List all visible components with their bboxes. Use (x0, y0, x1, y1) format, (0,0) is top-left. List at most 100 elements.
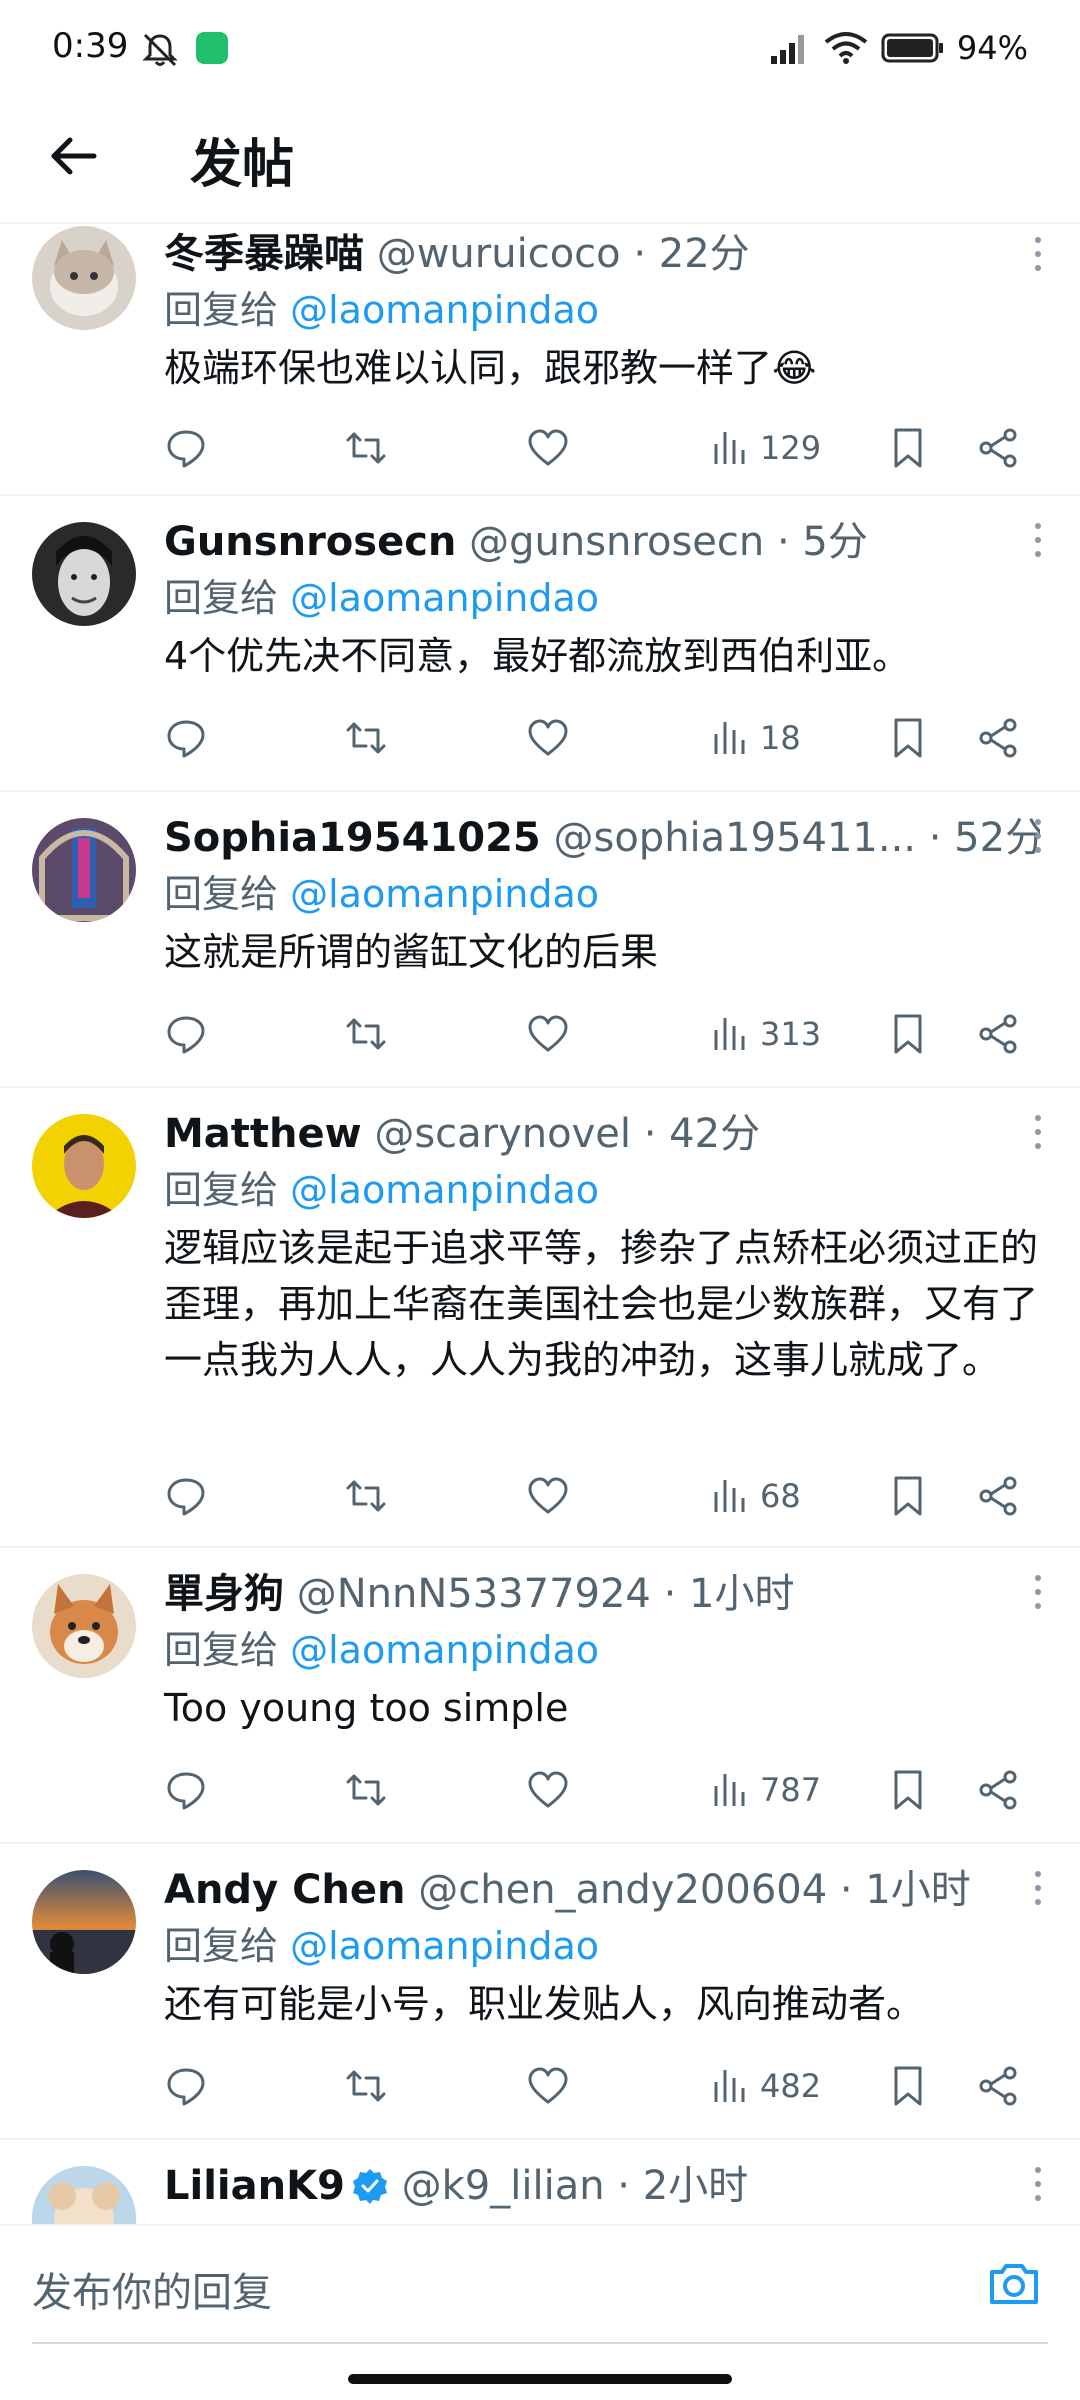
user-handle[interactable]: @scarynovel (374, 1111, 631, 1157)
tweet-time: · 1小时 (663, 1571, 795, 1617)
display-name[interactable]: Sophia19541025 (164, 815, 541, 861)
repost-button[interactable] (344, 712, 388, 764)
share-button[interactable] (976, 1764, 1020, 1816)
avatar[interactable] (32, 1114, 136, 1218)
mute-bell-icon (142, 33, 178, 67)
heart-icon (528, 1771, 568, 1808)
more-options-icon[interactable] (1018, 520, 1058, 560)
back-arrow-icon[interactable] (44, 126, 104, 186)
user-handle[interactable]: @sophia195411... (553, 815, 916, 861)
gesture-nav-bar[interactable] (348, 2374, 732, 2384)
more-options-icon[interactable] (1018, 1112, 1058, 1152)
reply-to-handle[interactable]: @laomanpindao (290, 576, 599, 620)
like-button[interactable] (526, 422, 570, 474)
share-button[interactable] (976, 1470, 1020, 1522)
share-button[interactable] (976, 712, 1020, 764)
reply-button[interactable] (164, 422, 208, 474)
reply-button[interactable] (164, 1008, 208, 1060)
bookmark-icon (894, 1014, 922, 1054)
user-handle[interactable]: @gunsnrosecn (469, 519, 764, 565)
bookmark-button[interactable] (886, 712, 930, 764)
repost-button[interactable] (344, 1764, 388, 1816)
share-button[interactable] (976, 2060, 1020, 2112)
views-button[interactable]: 18 (708, 712, 801, 764)
avatar[interactable] (32, 1574, 136, 1678)
signal-icon (770, 35, 804, 64)
repost-button[interactable] (344, 2060, 388, 2112)
reply-button[interactable] (164, 712, 208, 764)
reply-to-handle[interactable]: @laomanpindao (290, 1924, 599, 1968)
reply-button[interactable] (164, 1764, 208, 1816)
display-name[interactable]: Gunsnrosecn (164, 519, 456, 565)
reply-feed[interactable]: 冬季暴躁喵 @wuruicoco · 22分 回复给 @laomanpindao… (0, 226, 1080, 2224)
tweet[interactable]: Andy Chen @chen_andy200604 · 1小时 回复给 @la… (0, 1844, 1080, 2140)
like-button[interactable] (526, 712, 570, 764)
display-name[interactable]: Andy Chen (164, 1867, 406, 1913)
user-handle[interactable]: @wuruicoco (377, 231, 621, 277)
tweet[interactable]: 冬季暴躁喵 @wuruicoco · 22分 回复给 @laomanpindao… (0, 226, 1080, 496)
more-options-icon[interactable] (1018, 1572, 1058, 1612)
reply-to-handle[interactable]: @laomanpindao (290, 1628, 599, 1672)
like-button[interactable] (526, 1470, 570, 1522)
bookmark-button[interactable] (886, 2060, 930, 2112)
bookmark-button[interactable] (886, 422, 930, 474)
reply-button[interactable] (164, 2060, 208, 2112)
tweet[interactable]: Matthew @scarynovel · 42分 回复给 @laomanpin… (0, 1088, 1080, 1548)
tweet[interactable]: Gunsnrosecn @gunsnrosecn · 5分 回复给 @laoma… (0, 496, 1080, 792)
reply-to-handle[interactable]: @laomanpindao (290, 1168, 599, 1212)
more-options-icon[interactable] (1018, 2164, 1058, 2204)
more-options-icon[interactable] (1018, 234, 1058, 274)
reply-to-handle[interactable]: @laomanpindao (290, 872, 599, 916)
avatar[interactable] (32, 522, 136, 626)
tweet[interactable]: 單身狗 @NnnN53377924 · 1小时 回复给 @laomanpinda… (0, 1548, 1080, 1844)
display-name[interactable]: Matthew (164, 1111, 362, 1157)
repost-button[interactable] (344, 1008, 388, 1060)
bookmark-button[interactable] (886, 1470, 930, 1522)
user-handle[interactable]: @k9_lilian (402, 2163, 605, 2209)
tweet-meta: Sophia19541025 @sophia195411... · 52分 (164, 810, 1040, 866)
status-bar: 0:39 94% (0, 0, 1080, 100)
bookmark-button[interactable] (886, 1008, 930, 1060)
views-chart-icon (714, 1018, 745, 1050)
views-button[interactable]: 68 (708, 1470, 801, 1522)
views-button[interactable]: 787 (708, 1764, 821, 1816)
display-name[interactable]: 單身狗 (164, 1571, 284, 1617)
reply-composer[interactable]: 发布你的回复 (0, 2224, 1080, 2344)
more-options-icon[interactable] (1018, 1868, 1058, 1908)
views-button[interactable]: 482 (708, 2060, 821, 2112)
repost-button[interactable] (344, 422, 388, 474)
avatar[interactable] (32, 1870, 136, 1974)
share-button[interactable] (976, 422, 1020, 474)
tweet-meta: 單身狗 @NnnN53377924 · 1小时 (164, 1566, 1040, 1622)
like-button[interactable] (526, 1008, 570, 1060)
repost-button[interactable] (344, 1470, 388, 1522)
tweet[interactable]: LilianK9 @k9_lilian · 2小时 (0, 2140, 1080, 2224)
user-handle[interactable]: @NnnN53377924 (297, 1571, 651, 1617)
reply-context: 回复给 @laomanpindao (164, 1622, 1040, 1678)
display-name[interactable]: 冬季暴躁喵 (164, 231, 364, 277)
share-button[interactable] (976, 1008, 1020, 1060)
reply-input[interactable]: 发布你的回复 (32, 2260, 272, 2318)
reply-icon (167, 2068, 205, 2106)
like-button[interactable] (526, 1764, 570, 1816)
bookmark-button[interactable] (886, 1764, 930, 1816)
avatar[interactable] (32, 226, 136, 330)
reply-icon (167, 1772, 205, 1810)
tweet-meta: Andy Chen @chen_andy200604 · 1小时 (164, 1862, 1040, 1918)
avatar[interactable] (32, 818, 136, 922)
like-button[interactable] (526, 2060, 570, 2112)
reply-button[interactable] (164, 1470, 208, 1522)
more-options-icon[interactable] (1018, 816, 1058, 856)
share-icon (979, 1014, 1017, 1054)
reply-to-handle[interactable]: @laomanpindao (290, 288, 599, 332)
user-handle[interactable]: @chen_andy200604 (418, 1867, 827, 1913)
views-button[interactable]: 129 (708, 422, 821, 474)
page-title: 发帖 (190, 135, 295, 195)
display-name[interactable]: LilianK9 (164, 2163, 345, 2209)
tweet[interactable]: Sophia19541025 @sophia195411... · 52分 回复… (0, 792, 1080, 1088)
views-count: 787 (760, 1771, 822, 1809)
verified-badge-icon (352, 2169, 387, 2204)
avatar[interactable] (32, 2166, 136, 2224)
camera-icon[interactable] (986, 2256, 1042, 2312)
views-button[interactable]: 313 (708, 1008, 821, 1060)
